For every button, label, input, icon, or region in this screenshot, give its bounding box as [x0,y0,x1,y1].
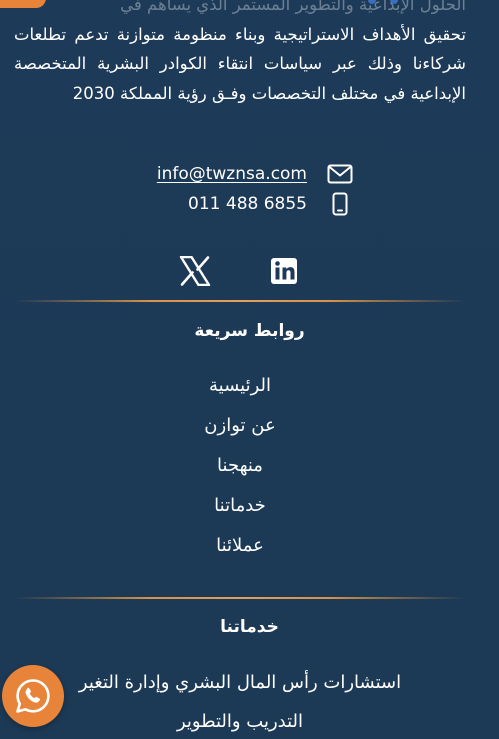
phone-row[interactable]: 011 488 6855 [188,191,307,217]
services-title: خدماتنا [220,617,279,637]
quick-link-methodology[interactable]: منهجنا [0,455,480,476]
about-line-4: وفـق رؤية المملكة 2030 [72,83,247,103]
email-row[interactable]: info@twznsa.com [157,161,307,187]
about-paragraph: الحلول الإبداعية والتطوير المستمر الذي ي… [14,0,466,108]
quick-link-services[interactable]: خدماتنا [0,495,480,516]
about-line-1: تحقيق الأهداف الاستراتيجية وبناء منظومة … [74,24,466,44]
quick-link-home[interactable]: الرئيسية [0,375,480,396]
quick-links-title: روابط سريعة [194,321,305,341]
quick-link-clients[interactable]: عملائنا [0,535,480,556]
footer-section: الحلول الإبداعية والتطوير المستمر الذي ي… [0,0,499,739]
section-divider [14,300,466,302]
service-link-hr-consulting[interactable]: استشارات رأس المال البشري وإدارة التغير [60,672,420,693]
linkedin-icon[interactable] [267,254,301,288]
phone-number[interactable]: 011 488 6855 [188,194,307,214]
whatsapp-button[interactable] [2,665,64,727]
x-twitter-icon[interactable] [178,254,212,288]
mobile-phone-icon [327,191,353,217]
about-line-faded: الحلول الإبداعية والتطوير المستمر الذي ي… [120,0,466,14]
service-link-training[interactable]: التدريب والتطوير [60,711,420,732]
email-link[interactable]: info@twznsa.com [157,164,307,184]
section-divider [14,597,466,599]
quick-link-about[interactable]: عن توازن [0,415,480,436]
envelope-icon [327,161,353,187]
whatsapp-icon [16,679,50,713]
